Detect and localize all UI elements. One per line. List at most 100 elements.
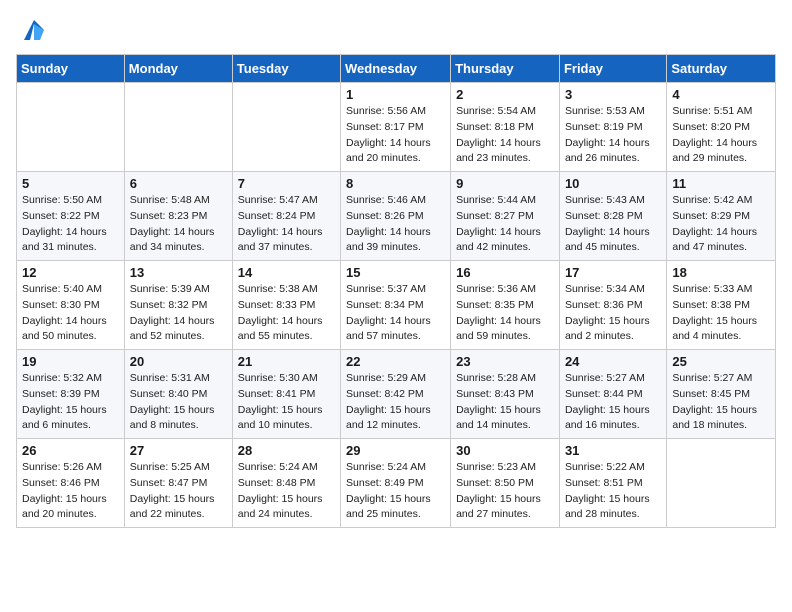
calendar-cell: 28Sunrise: 5:24 AMSunset: 8:48 PMDayligh… [232, 439, 340, 528]
calendar-cell: 14 Sunrise: 5:38 AMSunset: 8:33 PMDayligh… [232, 261, 340, 350]
day-info: Sunrise: 5:56 AMSunset: 8:17 PMDaylight:… [346, 104, 445, 167]
day-info: Sunrise: 5:42 AMSunset: 8:29 PMDaylight:… [672, 193, 770, 256]
day-number: 3 [565, 87, 661, 102]
day-info: Sunrise: 5:38 AMSunset: 8:33 PMDaylight:… [238, 282, 335, 345]
calendar-cell: 21Sunrise: 5:30 AMSunset: 8:41 PMDayligh… [232, 350, 340, 439]
day-number: 8 [346, 176, 445, 191]
calendar-cell: 12 Sunrise: 5:40 AMSunset: 8:30 PMDayligh… [17, 261, 125, 350]
weekday-header-saturday: Saturday [667, 55, 776, 83]
calendar-cell: 13 Sunrise: 5:39 AMSunset: 8:32 PMDayligh… [124, 261, 232, 350]
day-info: Sunrise: 5:53 AMSunset: 8:19 PMDaylight:… [565, 104, 661, 167]
day-number: 12 [22, 265, 119, 280]
calendar-cell: 5 Sunrise: 5:50 AMSunset: 8:22 PMDaylight… [17, 172, 125, 261]
day-number: 20 [130, 354, 227, 369]
day-info: Sunrise: 5:26 AMSunset: 8:46 PMDaylight:… [22, 460, 119, 523]
calendar-cell: 26Sunrise: 5:26 AMSunset: 8:46 PMDayligh… [17, 439, 125, 528]
calendar-week-row: 26Sunrise: 5:26 AMSunset: 8:46 PMDayligh… [17, 439, 776, 528]
day-info: Sunrise: 5:22 AMSunset: 8:51 PMDaylight:… [565, 460, 661, 523]
weekday-header-row: SundayMondayTuesdayWednesdayThursdayFrid… [17, 55, 776, 83]
day-info: Sunrise: 5:40 AMSunset: 8:30 PMDaylight:… [22, 282, 119, 345]
day-number: 10 [565, 176, 661, 191]
day-info: Sunrise: 5:54 AMSunset: 8:18 PMDaylight:… [456, 104, 554, 167]
day-number: 13 [130, 265, 227, 280]
calendar-cell: 23Sunrise: 5:28 AMSunset: 8:43 PMDayligh… [451, 350, 560, 439]
calendar-cell: 27 Sunrise: 5:25 AMSunset: 8:47 PMDayligh… [124, 439, 232, 528]
day-number: 28 [238, 443, 335, 458]
calendar-cell: 9 Sunrise: 5:44 AMSunset: 8:27 PMDaylight… [451, 172, 560, 261]
calendar-cell: 11Sunrise: 5:42 AMSunset: 8:29 PMDayligh… [667, 172, 776, 261]
calendar-cell: 29 Sunrise: 5:24 AMSunset: 8:49 PMDayligh… [341, 439, 451, 528]
day-info: Sunrise: 5:28 AMSunset: 8:43 PMDaylight:… [456, 371, 554, 434]
weekday-header-sunday: Sunday [17, 55, 125, 83]
day-info: Sunrise: 5:46 AMSunset: 8:26 PMDaylight:… [346, 193, 445, 256]
calendar-cell [17, 83, 125, 172]
calendar-cell: 7 Sunrise: 5:47 AMSunset: 8:24 PMDaylight… [232, 172, 340, 261]
calendar-cell: 2 Sunrise: 5:54 AMSunset: 8:18 PMDaylight… [451, 83, 560, 172]
calendar-cell: 24Sunrise: 5:27 AMSunset: 8:44 PMDayligh… [559, 350, 666, 439]
weekday-header-monday: Monday [124, 55, 232, 83]
day-number: 6 [130, 176, 227, 191]
weekday-header-friday: Friday [559, 55, 666, 83]
day-info: Sunrise: 5:27 AMSunset: 8:45 PMDaylight:… [672, 371, 770, 434]
calendar-cell: 20Sunrise: 5:31 AMSunset: 8:40 PMDayligh… [124, 350, 232, 439]
page-header [16, 16, 776, 44]
calendar-table: SundayMondayTuesdayWednesdayThursdayFrid… [16, 54, 776, 528]
day-info: Sunrise: 5:48 AMSunset: 8:23 PMDaylight:… [130, 193, 227, 256]
day-number: 4 [672, 87, 770, 102]
day-number: 21 [238, 354, 335, 369]
calendar-cell: 1 Sunrise: 5:56 AMSunset: 8:17 PMDaylight… [341, 83, 451, 172]
day-info: Sunrise: 5:24 AMSunset: 8:49 PMDaylight:… [346, 460, 445, 523]
calendar-cell: 18 Sunrise: 5:33 AMSunset: 8:38 PMDayligh… [667, 261, 776, 350]
day-info: Sunrise: 5:23 AMSunset: 8:50 PMDaylight:… [456, 460, 554, 523]
day-info: Sunrise: 5:47 AMSunset: 8:24 PMDaylight:… [238, 193, 335, 256]
day-info: Sunrise: 5:37 AMSunset: 8:34 PMDaylight:… [346, 282, 445, 345]
calendar-cell: 19 Sunrise: 5:32 AMSunset: 8:39 PMDayligh… [17, 350, 125, 439]
day-number: 22 [346, 354, 445, 369]
day-number: 2 [456, 87, 554, 102]
calendar-cell: 25 Sunrise: 5:27 AMSunset: 8:45 PMDayligh… [667, 350, 776, 439]
day-info: Sunrise: 5:25 AMSunset: 8:47 PMDaylight:… [130, 460, 227, 523]
day-info: Sunrise: 5:27 AMSunset: 8:44 PMDaylight:… [565, 371, 661, 434]
day-info: Sunrise: 5:43 AMSunset: 8:28 PMDaylight:… [565, 193, 661, 256]
calendar-week-row: 12 Sunrise: 5:40 AMSunset: 8:30 PMDayligh… [17, 261, 776, 350]
day-info: Sunrise: 5:32 AMSunset: 8:39 PMDaylight:… [22, 371, 119, 434]
day-number: 17 [565, 265, 661, 280]
calendar-cell [667, 439, 776, 528]
calendar-cell [232, 83, 340, 172]
calendar-week-row: 1 Sunrise: 5:56 AMSunset: 8:17 PMDaylight… [17, 83, 776, 172]
day-info: Sunrise: 5:34 AMSunset: 8:36 PMDaylight:… [565, 282, 661, 345]
calendar-week-row: 19 Sunrise: 5:32 AMSunset: 8:39 PMDayligh… [17, 350, 776, 439]
day-number: 16 [456, 265, 554, 280]
logo [16, 16, 48, 44]
day-number: 5 [22, 176, 119, 191]
day-number: 31 [565, 443, 661, 458]
calendar-cell: 4Sunrise: 5:51 AMSunset: 8:20 PMDaylight… [667, 83, 776, 172]
day-number: 9 [456, 176, 554, 191]
calendar-cell: 22 Sunrise: 5:29 AMSunset: 8:42 PMDayligh… [341, 350, 451, 439]
day-number: 1 [346, 87, 445, 102]
day-info: Sunrise: 5:29 AMSunset: 8:42 PMDaylight:… [346, 371, 445, 434]
logo-icon [20, 16, 48, 44]
day-number: 18 [672, 265, 770, 280]
calendar-cell: 10 Sunrise: 5:43 AMSunset: 8:28 PMDayligh… [559, 172, 666, 261]
day-info: Sunrise: 5:33 AMSunset: 8:38 PMDaylight:… [672, 282, 770, 345]
day-number: 7 [238, 176, 335, 191]
weekday-header-tuesday: Tuesday [232, 55, 340, 83]
weekday-header-thursday: Thursday [451, 55, 560, 83]
calendar-cell: 8 Sunrise: 5:46 AMSunset: 8:26 PMDaylight… [341, 172, 451, 261]
day-number: 29 [346, 443, 445, 458]
day-info: Sunrise: 5:39 AMSunset: 8:32 PMDaylight:… [130, 282, 227, 345]
day-info: Sunrise: 5:36 AMSunset: 8:35 PMDaylight:… [456, 282, 554, 345]
calendar-cell: 17 Sunrise: 5:34 AMSunset: 8:36 PMDayligh… [559, 261, 666, 350]
day-number: 27 [130, 443, 227, 458]
day-number: 19 [22, 354, 119, 369]
day-number: 30 [456, 443, 554, 458]
day-info: Sunrise: 5:50 AMSunset: 8:22 PMDaylight:… [22, 193, 119, 256]
day-number: 25 [672, 354, 770, 369]
day-info: Sunrise: 5:44 AMSunset: 8:27 PMDaylight:… [456, 193, 554, 256]
calendar-cell: 31 Sunrise: 5:22 AMSunset: 8:51 PMDayligh… [559, 439, 666, 528]
calendar-cell: 3 Sunrise: 5:53 AMSunset: 8:19 PMDaylight… [559, 83, 666, 172]
day-number: 15 [346, 265, 445, 280]
calendar-cell: 30 Sunrise: 5:23 AMSunset: 8:50 PMDayligh… [451, 439, 560, 528]
day-number: 14 [238, 265, 335, 280]
